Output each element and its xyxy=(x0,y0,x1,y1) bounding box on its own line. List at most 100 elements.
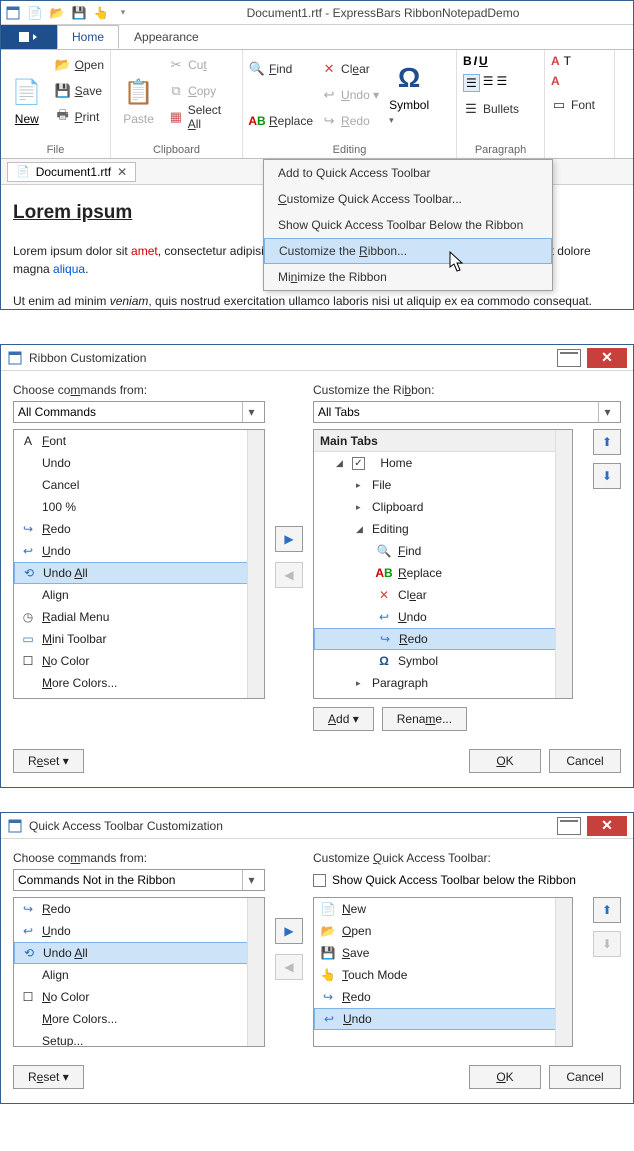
list-item[interactable]: More Colors... xyxy=(14,672,264,694)
ok-button[interactable]: OK xyxy=(469,1065,541,1089)
cut-button[interactable]: ✂Cut xyxy=(168,54,236,76)
commands-list[interactable]: AFontUndoCancel100 %↪Redo↩Undo⟲Undo AllA… xyxy=(13,429,265,699)
symbol-button[interactable]: Ω Symbol▾ xyxy=(387,54,431,126)
add-arrow-button[interactable]: ▶ xyxy=(275,526,303,552)
tree-editing[interactable]: ◢Editing xyxy=(314,518,572,540)
remove-arrow-button[interactable]: ◀ xyxy=(275,954,303,980)
touch-icon[interactable]: 👆 xyxy=(93,5,109,21)
underline-button[interactable]: U xyxy=(479,54,488,68)
tree-symbol[interactable]: ΩSymbol xyxy=(314,650,572,672)
commands-list[interactable]: ↪Redo↩Undo⟲Undo AllAlign☐No ColorMore Co… xyxy=(13,897,265,1047)
list-item[interactable]: 📂Open xyxy=(314,920,572,942)
ribbon-tree[interactable]: Main Tabs ◢ Home ▸File ▸Clipboard ◢Editi… xyxy=(313,429,573,699)
scrollbar[interactable] xyxy=(555,430,572,698)
ctx-minimize-ribbon[interactable]: Minimize the Ribbon xyxy=(264,264,552,290)
commands-combo[interactable]: All Commands▾ xyxy=(13,401,265,423)
close-tab-icon[interactable]: ✕ xyxy=(117,165,127,179)
tree-find[interactable]: 🔍Find xyxy=(314,540,572,562)
select-all-button[interactable]: ▦Select All xyxy=(168,106,236,128)
find-button[interactable]: 🔍Find xyxy=(249,58,313,80)
list-item[interactable]: Align xyxy=(14,584,264,606)
ctx-customize-ribbon[interactable]: Customize the Ribbon... xyxy=(264,238,552,264)
remove-arrow-button[interactable]: ◀ xyxy=(275,562,303,588)
clear-button[interactable]: ✕Clear xyxy=(321,58,379,80)
list-item[interactable]: ⟲Undo All xyxy=(14,562,264,584)
scrollbar[interactable] xyxy=(247,898,264,1046)
move-up-button[interactable]: ⬆ xyxy=(593,897,621,923)
align-left-button[interactable]: ☰ xyxy=(463,74,480,92)
font-size-button[interactable]: A xyxy=(551,74,560,88)
show-below-checkbox[interactable] xyxy=(313,874,326,887)
tree-undo[interactable]: ↩Undo xyxy=(314,606,572,628)
maximize-button[interactable] xyxy=(557,349,581,367)
tab-home[interactable]: Home xyxy=(57,25,119,49)
save-button[interactable]: 💾Save xyxy=(55,80,104,102)
print-button[interactable]: 🖶Print xyxy=(55,106,104,128)
list-item[interactable]: More Colors... xyxy=(14,1008,264,1030)
font-color-button[interactable]: A xyxy=(551,54,560,68)
close-button[interactable]: ✕ xyxy=(587,816,627,836)
new-button[interactable]: 📄 New xyxy=(7,54,47,126)
reset-button[interactable]: Reset ▾ xyxy=(13,1065,84,1089)
list-item[interactable]: Undo xyxy=(14,452,264,474)
tree-fontcolors[interactable]: ▸Font and Colors xyxy=(314,694,572,699)
list-item[interactable]: 100 % xyxy=(14,496,264,518)
add-dropdown-button[interactable]: Add ▾ xyxy=(313,707,374,731)
rename-button[interactable]: Rename... xyxy=(382,707,467,731)
font-button[interactable]: ▭Font xyxy=(551,94,595,116)
scrollbar[interactable] xyxy=(247,430,264,698)
list-item[interactable]: ↪Redo xyxy=(14,518,264,540)
redo-button[interactable]: ↪Redo xyxy=(321,110,379,132)
undo-button[interactable]: ↩Undo ▾ xyxy=(321,84,379,106)
list-item[interactable]: 👆Touch Mode xyxy=(314,964,572,986)
list-item[interactable]: ↪Redo xyxy=(314,986,572,1008)
list-item[interactable]: Cancel xyxy=(14,474,264,496)
open-button[interactable]: 📂Open xyxy=(55,54,104,76)
copy-button[interactable]: ⧉Copy xyxy=(168,80,236,102)
scrollbar[interactable] xyxy=(555,898,572,1046)
file-app-button[interactable] xyxy=(1,25,57,49)
tree-paragraph[interactable]: ▸Paragraph xyxy=(314,672,572,694)
cancel-button[interactable]: Cancel xyxy=(549,1065,621,1089)
tree-redo[interactable]: ↪Redo xyxy=(314,628,572,650)
list-item[interactable]: ☐No Color xyxy=(14,986,264,1008)
list-item[interactable]: ↩Undo xyxy=(314,1008,572,1030)
reset-button[interactable]: Reset ▾ xyxy=(13,749,84,773)
tab-appearance[interactable]: Appearance xyxy=(119,25,214,49)
qat-list[interactable]: 📄New📂Open💾Save👆Touch Mode↪Redo↩Undo xyxy=(313,897,573,1047)
ctx-customize-qat[interactable]: Customize Quick Access Toolbar... xyxy=(264,186,552,212)
tree-clipboard[interactable]: ▸Clipboard xyxy=(314,496,572,518)
maximize-button[interactable] xyxy=(557,817,581,835)
move-up-button[interactable]: ⬆ xyxy=(593,429,621,455)
align-right-button[interactable]: ☰ xyxy=(497,74,508,92)
tree-replace[interactable]: ABReplace xyxy=(314,562,572,584)
close-button[interactable]: ✕ xyxy=(587,348,627,368)
list-item[interactable]: ☐No Color xyxy=(14,650,264,672)
ctx-add-qat[interactable]: Add to Quick Access Toolbar xyxy=(264,160,552,186)
paste-button[interactable]: 📋 Paste xyxy=(117,54,160,126)
list-item[interactable]: Setup... xyxy=(14,694,264,699)
list-item[interactable]: ⟲Undo All xyxy=(14,942,264,964)
tree-clear[interactable]: ✕Clear xyxy=(314,584,572,606)
list-item[interactable]: 💾Save xyxy=(314,942,572,964)
list-item[interactable]: ↪Redo xyxy=(14,898,264,920)
text-effects-button[interactable]: T xyxy=(564,54,571,68)
tabs-combo[interactable]: All Tabs▾ xyxy=(313,401,621,423)
list-item[interactable]: Align xyxy=(14,964,264,986)
commands-combo[interactable]: Commands Not in the Ribbon▾ xyxy=(13,869,265,891)
open-icon[interactable]: 📂 xyxy=(49,5,65,21)
tree-home[interactable]: ◢ Home xyxy=(314,452,572,474)
list-item[interactable]: ◷Radial Menu xyxy=(14,606,264,628)
tree-file[interactable]: ▸File xyxy=(314,474,572,496)
cancel-button[interactable]: Cancel xyxy=(549,749,621,773)
ok-button[interactable]: OK xyxy=(469,749,541,773)
ctx-show-below[interactable]: Show Quick Access Toolbar Below the Ribb… xyxy=(264,212,552,238)
save-icon[interactable]: 💾 xyxy=(71,5,87,21)
qat-dropdown-icon[interactable]: ▾ xyxy=(115,5,131,21)
bold-button[interactable]: B xyxy=(463,54,472,68)
document-tab[interactable]: 📄 Document1.rtf ✕ xyxy=(7,162,136,182)
new-icon[interactable]: 📄 xyxy=(27,5,43,21)
move-down-button[interactable]: ⬇ xyxy=(593,463,621,489)
bullets-button[interactable]: ☰Bullets xyxy=(463,98,519,120)
add-arrow-button[interactable]: ▶ xyxy=(275,918,303,944)
